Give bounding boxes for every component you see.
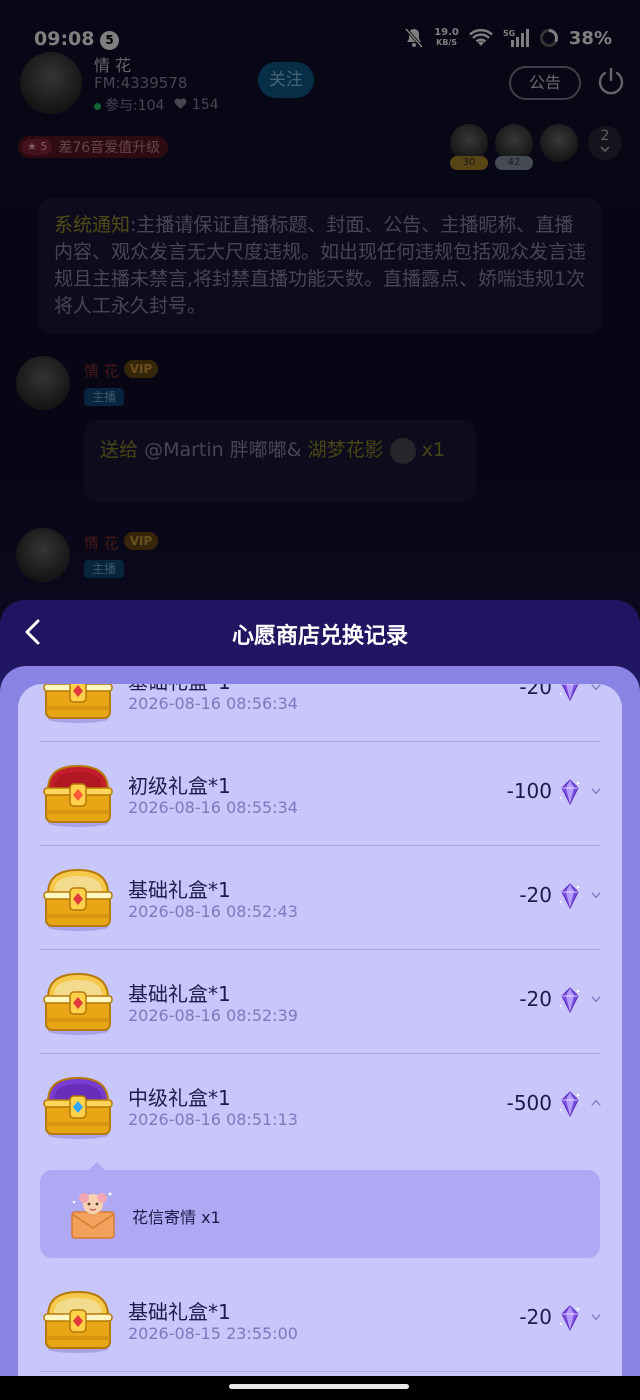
record-time: 2026-08-16 08:52:43 <box>128 902 298 921</box>
record-amount: -20 <box>519 684 552 699</box>
sheet-body: 基础礼盒*1 2026-08-16 08:56:34 -20 初级礼盒*1 20… <box>0 666 640 1400</box>
home-gesture-handle[interactable] <box>229 1384 409 1389</box>
record-amount: -20 <box>519 883 552 907</box>
record-row[interactable]: 基础礼盒*1 2026-08-15 23:55:00 -20 <box>18 1268 622 1372</box>
record-name: 中级礼盒*1 <box>128 1086 231 1110</box>
chevron-down-icon[interactable] <box>590 786 602 796</box>
crystal-icon <box>558 684 582 702</box>
record-row[interactable]: 初级礼盒*1 2026-08-16 08:55:34 -100 <box>18 742 622 846</box>
record-amount: -20 <box>519 1305 552 1329</box>
detail-box: 花信寄情 x1 <box>40 1170 600 1258</box>
record-amount: -500 <box>506 1091 552 1115</box>
modal-overlay[interactable] <box>0 0 640 620</box>
chevron-down-icon[interactable] <box>590 994 602 1004</box>
detail-gift-label: 花信寄情 x1 <box>132 1208 221 1227</box>
record-name: 基础礼盒*1 <box>128 878 231 902</box>
record-time: 2026-08-16 08:52:39 <box>128 1006 298 1025</box>
records-list: 基础礼盒*1 2026-08-16 08:56:34 -20 初级礼盒*1 20… <box>18 684 622 1372</box>
record-row[interactable]: 中级礼盒*1 2026-08-16 08:51:13 -500 <box>18 1054 622 1158</box>
crystal-icon <box>558 986 582 1014</box>
record-time: 2026-08-15 23:55:00 <box>128 1324 298 1343</box>
crystal-icon <box>558 882 582 910</box>
records-card: 基础礼盒*1 2026-08-16 08:56:34 -20 初级礼盒*1 20… <box>18 684 622 1400</box>
row-divider <box>40 1371 600 1372</box>
sheet-title: 心愿商店兑换记录 <box>231 624 408 649</box>
record-amount: -20 <box>519 987 552 1011</box>
crystal-icon <box>558 778 582 806</box>
record-time: 2026-08-16 08:55:34 <box>128 798 298 817</box>
flower-letter-gift-icon <box>68 1188 118 1242</box>
record-detail: 花信寄情 x1 <box>18 1158 622 1268</box>
record-time: 2026-08-16 08:51:13 <box>128 1110 298 1129</box>
record-time: 2026-08-16 08:56:34 <box>128 694 298 713</box>
chest-gold-icon <box>40 968 116 1036</box>
chest-purple-icon <box>40 1072 116 1140</box>
exchange-records-sheet: 心愿商店兑换记录 基础礼盒*1 2026-08-16 08:56:34 -20 <box>0 600 640 1400</box>
record-name: 基础礼盒*1 <box>128 982 231 1006</box>
chevron-up-icon[interactable] <box>590 1098 602 1108</box>
sheet-header: 心愿商店兑换记录 <box>0 600 640 666</box>
record-name: 基础礼盒*1 <box>128 1300 231 1324</box>
chevron-down-icon[interactable] <box>590 684 602 692</box>
chest-red-icon <box>40 760 116 828</box>
record-row[interactable]: 基础礼盒*1 2026-08-16 08:52:43 -20 <box>18 846 622 950</box>
chevron-down-icon[interactable] <box>590 1312 602 1322</box>
record-row[interactable]: 基础礼盒*1 2026-08-16 08:52:39 -20 <box>18 950 622 1054</box>
live-room-background: 09:08 5 19.0 KB/S 5G <box>0 0 640 620</box>
crystal-icon <box>558 1304 582 1332</box>
record-name: 初级礼盒*1 <box>128 774 231 798</box>
crystal-icon <box>558 1090 582 1118</box>
record-row[interactable]: 基础礼盒*1 2026-08-16 08:56:34 -20 <box>18 684 622 742</box>
chevron-down-icon[interactable] <box>590 890 602 900</box>
record-amount: -100 <box>506 779 552 803</box>
chest-gold-icon <box>40 1286 116 1354</box>
chest-gold-icon <box>40 864 116 932</box>
chest-gold-icon <box>40 684 116 724</box>
